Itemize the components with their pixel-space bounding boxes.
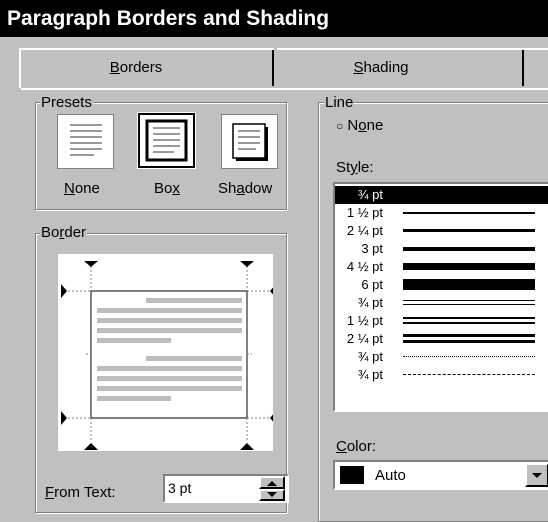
- color-dropdown-button[interactable]: [525, 463, 548, 487]
- color-value: Auto: [375, 467, 406, 484]
- border-preview-canvas: [61, 261, 273, 450]
- from-text-label: From Text:: [45, 484, 116, 501]
- tab-borders[interactable]: Borders: [21, 50, 251, 86]
- preset-none-icon: [70, 124, 102, 156]
- spin-down-button[interactable]: [259, 489, 285, 501]
- preset-box-icon: [145, 119, 188, 162]
- tab-borders-label: orders: [119, 59, 163, 76]
- presets-group-label: Presets: [40, 94, 93, 111]
- preset-none-label: None: [64, 180, 100, 197]
- style-row[interactable]: ¾ pt: [335, 295, 548, 311]
- preset-none-button[interactable]: [57, 114, 114, 169]
- preset-box-label: Box: [154, 180, 180, 197]
- preset-shadow-button[interactable]: [221, 114, 278, 169]
- style-row[interactable]: 1 ½ pt: [335, 313, 548, 329]
- border-group-label: Border: [40, 224, 88, 241]
- style-row[interactable]: ¾ pt: [335, 187, 548, 203]
- style-row[interactable]: 2 ¼ pt: [335, 223, 548, 239]
- line-none-label: None: [347, 117, 384, 134]
- preset-shadow-icon: [232, 123, 268, 161]
- arrow-down-icon: [267, 492, 277, 497]
- style-row[interactable]: 6 pt: [335, 277, 548, 293]
- style-listbox[interactable]: ¾ pt 1 ½ pt 2 ¼ pt 3 pt 4 ½ pt 6 pt ¾ pt…: [333, 182, 548, 412]
- border-preview[interactable]: [58, 254, 273, 451]
- tab-shading[interactable]: Shading: [260, 50, 502, 86]
- dialog-title: Paragraph Borders and Shading: [0, 0, 548, 37]
- line-none-radio[interactable]: ○ None: [336, 117, 383, 134]
- style-row[interactable]: ¾ pt: [335, 367, 548, 383]
- color-swatch: [340, 466, 364, 484]
- arrow-up-icon: [267, 481, 277, 486]
- style-row[interactable]: 4 ½ pt: [335, 259, 548, 275]
- radio-icon: ○: [336, 119, 344, 133]
- tab-borders-accel: B: [109, 59, 120, 76]
- color-dropdown[interactable]: Auto: [333, 460, 548, 490]
- style-label: Style:: [336, 159, 374, 176]
- spin-up-button[interactable]: [259, 476, 285, 489]
- style-row[interactable]: 2 ¼ pt: [335, 331, 548, 347]
- style-row[interactable]: 3 pt: [335, 241, 548, 257]
- color-label: Color:: [336, 438, 377, 455]
- style-row[interactable]: ¾ pt: [335, 349, 548, 365]
- from-text-spinner[interactable]: 3 pt: [163, 474, 289, 503]
- style-row[interactable]: 1 ½ pt: [335, 205, 548, 221]
- preset-box-button[interactable]: [138, 113, 195, 168]
- from-text-value: 3 pt: [168, 480, 192, 496]
- chevron-down-icon: [532, 473, 542, 478]
- line-group-label: Line: [324, 94, 355, 111]
- tab-shading-label: hading: [363, 59, 409, 76]
- tab-shading-accel: S: [353, 59, 364, 76]
- preset-shadow-label: Shadow: [218, 180, 273, 197]
